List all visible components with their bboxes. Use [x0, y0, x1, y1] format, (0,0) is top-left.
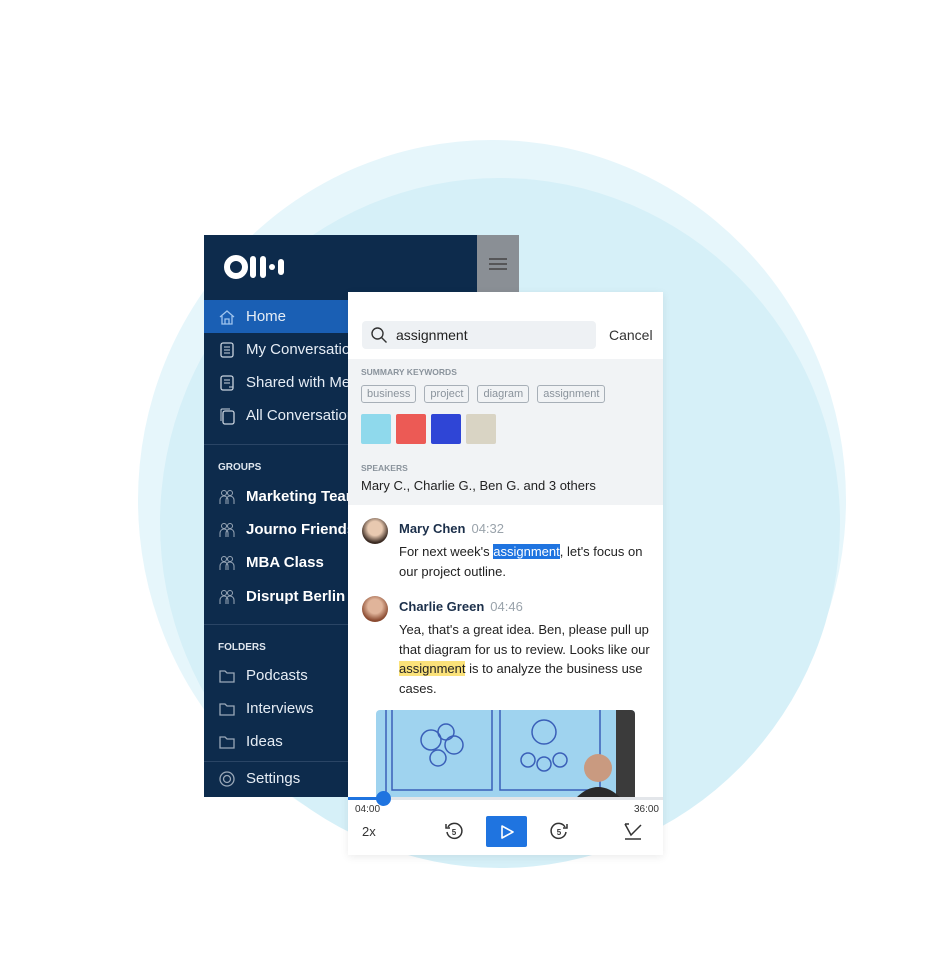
message-text: Yea, that's a great idea. Ben, please pu… — [399, 622, 650, 696]
timestamp[interactable]: 04:46 — [490, 599, 523, 614]
rewind-icon: 5 — [445, 822, 463, 840]
keyword-chip[interactable]: assignment — [537, 385, 606, 403]
gear-icon — [219, 770, 235, 787]
forward-icon: 5 — [550, 822, 568, 840]
image-thumbnail[interactable] — [361, 414, 391, 444]
search-panel: assignment Cancel SUMMARY KEYWORDS busin… — [348, 292, 663, 855]
hamburger-icon — [489, 257, 507, 270]
group-icon — [219, 589, 235, 604]
total-time: 36:00 — [633, 804, 659, 815]
play-icon — [500, 824, 514, 839]
current-time: 04:00 — [355, 804, 381, 815]
folder-icon — [219, 669, 235, 683]
folder-icon — [219, 735, 235, 749]
folders-heading: FOLDERS — [218, 642, 266, 653]
message-text: For next week's assignment, let's focus … — [399, 544, 643, 579]
timestamp[interactable]: 04:32 — [471, 521, 504, 536]
search-highlight-current: assignment — [493, 544, 560, 559]
speed-button[interactable]: 2x — [362, 816, 376, 846]
document-icon — [220, 341, 234, 358]
otter-logo — [224, 255, 284, 279]
group-icon — [219, 522, 235, 537]
image-thumbnail[interactable] — [396, 414, 426, 444]
shared-document-icon — [220, 374, 234, 391]
cancel-button[interactable]: Cancel — [609, 327, 653, 343]
highlighter-icon — [624, 823, 642, 840]
keyword-chip[interactable]: diagram — [477, 385, 530, 403]
group-icon — [219, 489, 235, 504]
home-icon — [219, 309, 235, 325]
avatar — [362, 596, 388, 622]
whiteboard-photo — [385, 710, 635, 798]
search-highlight: assignment — [399, 661, 466, 676]
rewind-5-button[interactable]: 5 — [443, 816, 465, 846]
image-thumbnail[interactable] — [466, 414, 496, 444]
folder-icon — [219, 702, 235, 716]
keyword-chip[interactable]: business — [361, 385, 417, 403]
image-thumbnail[interactable] — [431, 414, 461, 444]
speaker-name: Mary Chen 04:32 — [399, 521, 505, 536]
search-summary: SUMMARY KEYWORDS business project diagra… — [348, 359, 663, 505]
groups-heading: GROUPS — [218, 462, 262, 473]
transcript-image[interactable] — [376, 710, 635, 798]
search-input[interactable]: assignment — [362, 321, 596, 349]
menu-button[interactable] — [477, 235, 519, 292]
play-button[interactable] — [486, 816, 527, 847]
search-icon — [371, 327, 387, 343]
keyword-chip[interactable]: project — [424, 385, 470, 403]
documents-stack-icon — [220, 408, 235, 425]
speaker-name: Charlie Green 04:46 — [399, 599, 523, 614]
keywords-heading: SUMMARY KEYWORDS — [361, 367, 457, 377]
playback-progress-bar[interactable] — [348, 791, 663, 806]
speakers-list: Mary C., Charlie G., Ben G. and 3 others — [361, 478, 596, 493]
avatar — [362, 518, 388, 544]
svg-text:5: 5 — [452, 828, 457, 837]
highlight-button[interactable] — [622, 816, 644, 846]
svg-text:5: 5 — [557, 828, 562, 837]
forward-5-button[interactable]: 5 — [548, 816, 570, 846]
speakers-heading: SPEAKERS — [361, 463, 408, 473]
group-icon — [219, 555, 235, 570]
